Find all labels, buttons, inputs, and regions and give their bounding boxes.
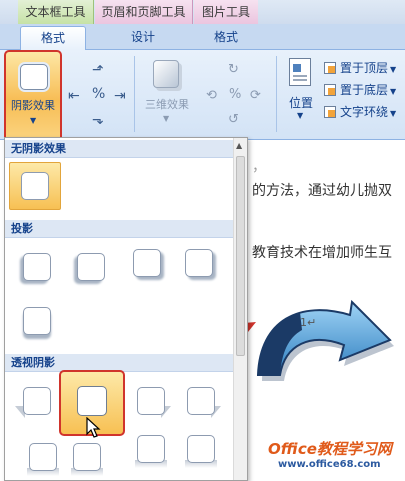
tilt-right-icon[interactable]: ⟳ — [250, 88, 261, 103]
ribbon-separator — [134, 56, 135, 132]
shadow-square-icon — [187, 435, 215, 463]
chevron-down-icon: ▼ — [390, 109, 397, 118]
tab-format-picture[interactable]: 格式 — [194, 26, 258, 50]
position-label: 位置 — [288, 96, 313, 110]
text-wrapping-label: 文字环绕 — [340, 105, 389, 119]
position-button[interactable]: 位置 ▼ — [282, 56, 320, 120]
text-wrap-icon — [324, 106, 336, 118]
shadow-square-icon — [23, 307, 51, 335]
shadow-square-icon — [77, 253, 105, 281]
3d-cube-icon — [153, 60, 179, 88]
mouse-pointer-icon — [86, 417, 101, 438]
nudge-up-icon[interactable]: ⬏ — [92, 62, 104, 78]
perspective-shadow-option-7[interactable] — [131, 430, 169, 468]
chevron-down-icon: ▼ — [390, 87, 397, 96]
perspective-shadow-option-5[interactable] — [23, 438, 61, 476]
tab-design[interactable]: 设计 — [108, 26, 178, 50]
drop-shadow-option-3[interactable] — [127, 244, 165, 282]
3d-effects-label: 三维效果 — [145, 98, 189, 111]
perspective-shadow-option-4[interactable] — [181, 382, 221, 420]
gallery-scrollbar[interactable]: ▲ — [233, 138, 247, 480]
shadow-square-icon — [23, 387, 51, 415]
nudge-down-icon[interactable]: ⬎ — [92, 112, 104, 128]
nudge-left-icon[interactable]: ⇤ — [68, 88, 80, 104]
tilt-down-icon[interactable]: ↺ — [228, 112, 239, 127]
site-watermark: Office教程学习网 www.office68.com — [268, 438, 402, 478]
section-drop-shadow: 投影 — [5, 220, 235, 238]
chevron-down-icon: ▼ — [163, 114, 170, 123]
shadow-square-icon — [137, 387, 165, 415]
bring-to-front-label: 置于顶层 — [340, 61, 389, 75]
ribbon-body: 阴影效果 ▼ ⬏ ⇤ % ⇥ ⬎ 三维效果 ▼ ↻ ⟲ % ⟳ ↺ 位置 ▼ 置… — [0, 50, 405, 175]
shape-paragraph-number: 1↵ — [300, 316, 316, 329]
send-to-back-label: 置于底层 — [340, 83, 389, 97]
shadow-toggle-icon[interactable]: % — [92, 86, 105, 102]
shadow-option-none[interactable] — [9, 162, 61, 210]
shadow-square-icon — [133, 249, 161, 277]
tilt-left-icon[interactable]: ⟲ — [206, 88, 217, 103]
send-back-icon — [324, 84, 336, 96]
perspective-shadow-option-6[interactable] — [67, 438, 105, 476]
curved-arrow-shape[interactable]: 1↵ — [240, 290, 405, 385]
chevron-down-icon: ▼ — [30, 116, 37, 125]
chevron-down-icon: ▼ — [390, 65, 397, 74]
send-to-back-button[interactable]: 置于底层 ▼ — [324, 80, 396, 100]
position-page-icon — [289, 58, 311, 86]
shadow-square-icon — [20, 64, 48, 90]
ribbon-separator — [276, 56, 277, 132]
drop-shadow-option-5[interactable] — [17, 302, 55, 340]
3d-effects-button[interactable]: 三维效果 ▼ — [138, 56, 196, 126]
drop-shadow-option-2[interactable] — [71, 248, 109, 286]
nudge-right-icon[interactable]: ⇥ — [114, 88, 126, 104]
perspective-shadow-option-3[interactable] — [131, 382, 171, 420]
shadow-square-icon — [137, 435, 165, 463]
tilt-up-icon[interactable]: ↻ — [228, 62, 239, 77]
document-partial-text: ， — [252, 159, 266, 175]
shadow-effects-label: 阴影效果 — [11, 99, 55, 112]
shadow-square-icon — [77, 386, 107, 416]
context-textbox-tools: 文本框工具 — [18, 0, 94, 24]
shadow-square-icon — [185, 249, 213, 277]
perspective-shadow-option-8[interactable] — [181, 430, 219, 468]
context-header-footer-tools: 页眉和页脚工具 — [95, 0, 193, 24]
document-line-1: 的方法，通过幼儿抛双 — [252, 183, 392, 199]
context-picture-tools: 图片工具 — [194, 0, 258, 24]
shadow-square-icon — [29, 443, 57, 471]
3d-toggle-icon[interactable]: % — [229, 87, 241, 102]
scroll-up-icon[interactable]: ▲ — [236, 141, 242, 150]
tab-format-textbox[interactable]: 格式 — [20, 26, 86, 50]
shadow-square-icon — [23, 253, 51, 281]
watermark-title: Office教程学习网 — [268, 440, 392, 458]
no-shadow-square-icon — [21, 172, 49, 200]
text-wrapping-button[interactable]: 文字环绕 ▼ — [324, 102, 396, 122]
watermark-url: www.office68.com — [278, 459, 381, 470]
shadow-effects-gallery: 无阴影效果 投影 透视阴影 ▲ — [4, 137, 248, 481]
contextual-tab-bar: 文本框工具 页眉和页脚工具 图片工具 — [0, 0, 405, 24]
ribbon-tab-row: 格式 设计 格式 — [0, 24, 405, 50]
drop-shadow-option-1[interactable] — [17, 248, 55, 286]
chevron-down-icon: ▼ — [297, 111, 304, 120]
shadow-effects-button[interactable]: 阴影效果 ▼ — [4, 50, 62, 142]
bring-to-front-button[interactable]: 置于顶层 ▼ — [324, 58, 396, 78]
shadow-square-icon — [73, 443, 101, 471]
section-no-shadow: 无阴影效果 — [5, 140, 235, 158]
document-line-2: 教育技术在增加师生互 — [252, 245, 392, 261]
perspective-shadow-option-1[interactable] — [15, 382, 55, 420]
drop-shadow-option-4[interactable] — [179, 244, 217, 282]
scroll-thumb[interactable] — [236, 156, 245, 356]
shadow-square-icon — [187, 387, 215, 415]
bring-front-icon — [324, 62, 336, 74]
